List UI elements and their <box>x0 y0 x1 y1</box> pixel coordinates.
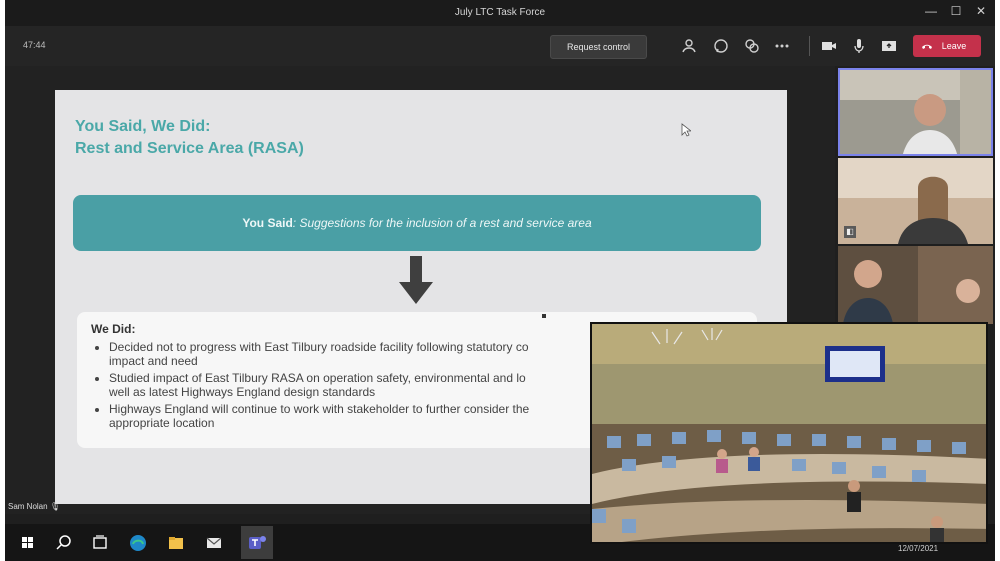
presenter-name: Sam Nolan <box>8 502 48 511</box>
mic-icon[interactable] <box>849 36 869 56</box>
participant-video-tile[interactable] <box>838 246 993 324</box>
close-button[interactable]: ✕ <box>970 4 992 18</box>
down-arrow-icon <box>399 256 433 311</box>
you-said-text: : Suggestions for the inclusion of a res… <box>292 216 592 230</box>
task-view-icon[interactable] <box>87 530 113 556</box>
pointer-dot <box>542 314 546 318</box>
windows-start-icon[interactable] <box>15 530 41 556</box>
title-bar: July LTC Task Force — ☐ ✕ <box>5 0 995 26</box>
teams-icon[interactable] <box>244 530 270 556</box>
window-title: July LTC Task Force <box>454 7 546 18</box>
slide-title-line2: Rest and Service Area (RASA) <box>75 140 304 157</box>
slide-title: You Said, We Did: Rest and Service Area … <box>75 116 304 160</box>
you-said-box: You Said: Suggestions for the inclusion … <box>73 195 761 251</box>
participant-video <box>838 246 993 324</box>
participant-video <box>838 158 993 244</box>
teams-meeting-window: July LTC Task Force — ☐ ✕ 47:44 Request … <box>5 0 995 561</box>
leave-button[interactable]: Leave <box>913 35 981 57</box>
camera-icon[interactable] <box>819 36 839 56</box>
share-icon[interactable] <box>879 36 899 56</box>
presenter-label: Sam Nolan 🎙 <box>8 502 60 511</box>
meeting-room-video-tile[interactable] <box>590 322 988 544</box>
we-did-label: We Did: <box>91 322 136 336</box>
maximize-button[interactable]: ☐ <box>945 4 967 18</box>
mail-icon[interactable] <box>201 530 227 556</box>
leave-label: Leave <box>941 41 967 51</box>
request-control-button[interactable]: Request control <box>550 35 647 59</box>
reactions-icon[interactable] <box>742 36 762 56</box>
more-icon[interactable] <box>772 36 792 56</box>
participant-video-tile[interactable] <box>838 68 993 156</box>
edge-icon[interactable] <box>125 530 151 556</box>
you-said-label: You Said <box>242 216 293 230</box>
search-icon[interactable] <box>51 530 77 556</box>
mouse-cursor-icon <box>681 123 693 142</box>
minimize-button[interactable]: — <box>920 4 942 18</box>
participant-video <box>840 70 991 154</box>
meeting-toolbar: 47:44 Request control Leave <box>5 26 995 66</box>
phone-hangup-icon <box>922 44 932 49</box>
taskbar-date: 12/07/2021 <box>898 544 939 553</box>
participant-video-tile[interactable]: ◧ <box>838 158 993 244</box>
file-explorer-icon[interactable] <box>163 530 189 556</box>
toolbar-separator <box>809 36 810 56</box>
mic-icon: 🎙 <box>49 502 60 511</box>
muted-icon: ◧ <box>844 226 856 238</box>
slide-title-line1: You Said, We Did: <box>75 118 211 135</box>
meeting-timer: 47:44 <box>23 40 46 50</box>
participants-icon[interactable] <box>679 36 699 56</box>
chat-icon[interactable] <box>711 36 731 56</box>
meeting-room-video <box>592 324 986 542</box>
